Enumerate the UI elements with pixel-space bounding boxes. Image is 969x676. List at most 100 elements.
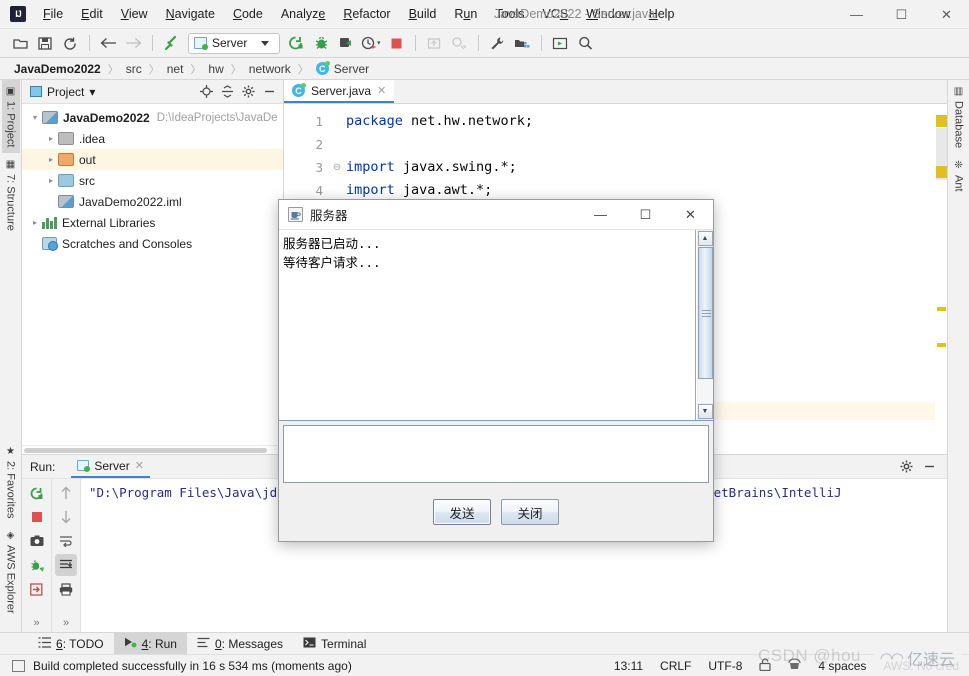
print-icon[interactable] bbox=[55, 578, 77, 600]
close-button[interactable]: 关闭 bbox=[501, 499, 559, 525]
run-coverage-icon[interactable] bbox=[334, 32, 358, 54]
hammer-icon[interactable] bbox=[159, 32, 183, 54]
tab-server-java[interactable]: C Server.java ✕ bbox=[284, 80, 395, 103]
maximize-button[interactable]: ☐ bbox=[879, 0, 924, 29]
commit-icon[interactable] bbox=[447, 32, 471, 54]
tab-run[interactable]: 4: Run bbox=[113, 633, 187, 654]
read-write-lock-icon[interactable] bbox=[759, 657, 771, 674]
breadcrumb-item-src[interactable]: src bbox=[126, 62, 142, 76]
arrow-right-icon[interactable] bbox=[121, 32, 145, 54]
sidebar-item-database[interactable]: ▥ Database bbox=[950, 80, 968, 154]
chevron-down-icon[interactable]: ▾ bbox=[28, 113, 42, 122]
hide-panel-icon[interactable] bbox=[260, 82, 279, 101]
scroll-up-button[interactable]: ▲ bbox=[697, 231, 713, 246]
rerun-icon[interactable] bbox=[26, 482, 48, 504]
menu-run[interactable]: Run bbox=[445, 3, 486, 25]
send-button[interactable]: 发送 bbox=[433, 499, 491, 525]
up-icon[interactable] bbox=[55, 482, 77, 504]
warning-marker[interactable] bbox=[937, 307, 946, 311]
warning-marker[interactable] bbox=[937, 343, 946, 347]
gear-icon[interactable] bbox=[897, 457, 916, 476]
arrow-left-icon[interactable] bbox=[96, 32, 120, 54]
fold-marker-import[interactable]: ⊖ bbox=[330, 156, 344, 179]
folder-open-icon[interactable] bbox=[8, 32, 32, 54]
tree-node-iml[interactable]: JavaDemo2022.iml bbox=[22, 191, 283, 212]
file-encoding[interactable]: UTF-8 bbox=[708, 659, 742, 673]
menu-tools[interactable]: Tools bbox=[486, 3, 533, 25]
dialog-maximize-button[interactable]: ☐ bbox=[623, 200, 668, 229]
tree-node-out[interactable]: ▸ out bbox=[22, 149, 283, 170]
thread-dump-icon[interactable] bbox=[26, 554, 48, 576]
more-actions-icon[interactable]: » bbox=[33, 617, 39, 632]
chevron-right-icon[interactable]: ▸ bbox=[44, 134, 58, 143]
stop-icon[interactable] bbox=[26, 506, 48, 528]
sidebar-item-ant[interactable]: ❊ Ant bbox=[950, 154, 968, 198]
tab-todo[interactable]: 6: TODO bbox=[28, 633, 114, 654]
update-project-icon[interactable] bbox=[422, 32, 446, 54]
hide-panel-icon[interactable] bbox=[920, 457, 939, 476]
chevron-right-icon[interactable]: ▸ bbox=[44, 155, 58, 164]
down-icon[interactable] bbox=[55, 506, 77, 528]
close-icon[interactable]: ✕ bbox=[377, 84, 386, 97]
search-icon[interactable] bbox=[573, 32, 597, 54]
tree-node-javademo2022[interactable]: ▾ JavaDemo2022 D:\IdeaProjects\JavaDe bbox=[22, 107, 283, 128]
menu-help[interactable]: Help bbox=[640, 3, 684, 25]
gear-icon[interactable] bbox=[239, 82, 258, 101]
indent-setting[interactable]: 4 spaces bbox=[818, 659, 866, 673]
menu-view[interactable]: View bbox=[112, 3, 157, 25]
stop-icon[interactable] bbox=[384, 32, 408, 54]
soft-wrap-icon[interactable] bbox=[55, 530, 77, 552]
project-horizontal-scrollbar[interactable] bbox=[22, 445, 283, 454]
tab-terminal[interactable]: Terminal bbox=[293, 633, 376, 654]
sidebar-item-favorites[interactable]: ★ 2: Favorites bbox=[2, 440, 20, 524]
menu-edit[interactable]: Edit bbox=[72, 3, 112, 25]
tree-node-idea[interactable]: ▸ .idea bbox=[22, 128, 283, 149]
project-structure-icon[interactable] bbox=[510, 32, 534, 54]
caret-position[interactable]: 13:11 bbox=[614, 659, 643, 673]
menu-code[interactable]: Code bbox=[224, 3, 272, 25]
dialog-minimize-button[interactable]: — bbox=[578, 200, 623, 229]
chevron-right-icon[interactable]: ▸ bbox=[44, 176, 58, 185]
settings-wrench-icon[interactable] bbox=[485, 32, 509, 54]
menu-analyze[interactable]: Analyze bbox=[272, 3, 334, 25]
refresh-icon[interactable] bbox=[58, 32, 82, 54]
profiler-icon[interactable] bbox=[359, 32, 383, 54]
sidebar-item-aws-explorer[interactable]: ◈ AWS Explorer bbox=[2, 524, 20, 620]
tab-messages[interactable]: 0: Messages bbox=[187, 633, 293, 654]
menu-build[interactable]: Build bbox=[400, 3, 446, 25]
run-tab-server[interactable]: Server ✕ bbox=[71, 455, 150, 478]
scroll-down-button[interactable]: ▼ bbox=[697, 404, 713, 419]
menu-refactor[interactable]: Refactor bbox=[334, 3, 399, 25]
chevron-down-icon[interactable]: ▾ bbox=[89, 85, 95, 99]
scroll-to-end-icon[interactable] bbox=[55, 554, 77, 576]
chevron-right-icon[interactable]: ▸ bbox=[28, 218, 42, 227]
dialog-vertical-scrollbar[interactable]: ▲ ▼ bbox=[696, 230, 713, 420]
menu-window[interactable]: Window bbox=[577, 3, 639, 25]
dialog-close-button[interactable]: ✕ bbox=[668, 200, 713, 229]
breadcrumb-item-server[interactable]: Server bbox=[334, 62, 369, 76]
minimize-button[interactable]: — bbox=[834, 0, 879, 29]
save-icon[interactable] bbox=[33, 32, 57, 54]
sidebar-item-structure[interactable]: ▦ 7: Structure bbox=[2, 153, 20, 237]
server-dialog[interactable]: 服务器 — ☐ ✕ 服务器已启动... 等待客户请求... ▲ ▼ 发送 关闭 bbox=[278, 199, 714, 542]
menu-vcs[interactable]: VCS bbox=[534, 3, 578, 25]
more-actions-icon-b[interactable]: » bbox=[63, 617, 69, 632]
tree-node-scratches[interactable]: Scratches and Consoles bbox=[22, 233, 283, 254]
breadcrumb-item-network[interactable]: network bbox=[249, 62, 291, 76]
warning-marker[interactable] bbox=[936, 166, 947, 178]
dialog-log-textarea[interactable]: 服务器已启动... 等待客户请求... bbox=[279, 230, 696, 420]
select-in-icon[interactable] bbox=[548, 32, 572, 54]
warning-marker[interactable] bbox=[936, 115, 947, 127]
run-icon[interactable] bbox=[284, 32, 308, 54]
scrollbar-thumb[interactable] bbox=[697, 247, 713, 379]
line-separator[interactable]: CRLF bbox=[660, 659, 691, 673]
dialog-message-input[interactable] bbox=[283, 425, 709, 483]
run-configuration-selector[interactable]: Server bbox=[188, 32, 280, 54]
breadcrumb-item-hw[interactable]: hw bbox=[208, 62, 223, 76]
menu-file[interactable]: File bbox=[34, 3, 72, 25]
breadcrumb-item-project[interactable]: JavaDemo2022 bbox=[14, 62, 101, 76]
breadcrumb-item-net[interactable]: net bbox=[167, 62, 184, 76]
screenshot-icon[interactable] bbox=[26, 530, 48, 552]
tree-node-src[interactable]: ▸ src bbox=[22, 170, 283, 191]
inspection-hector-icon[interactable] bbox=[788, 657, 802, 674]
